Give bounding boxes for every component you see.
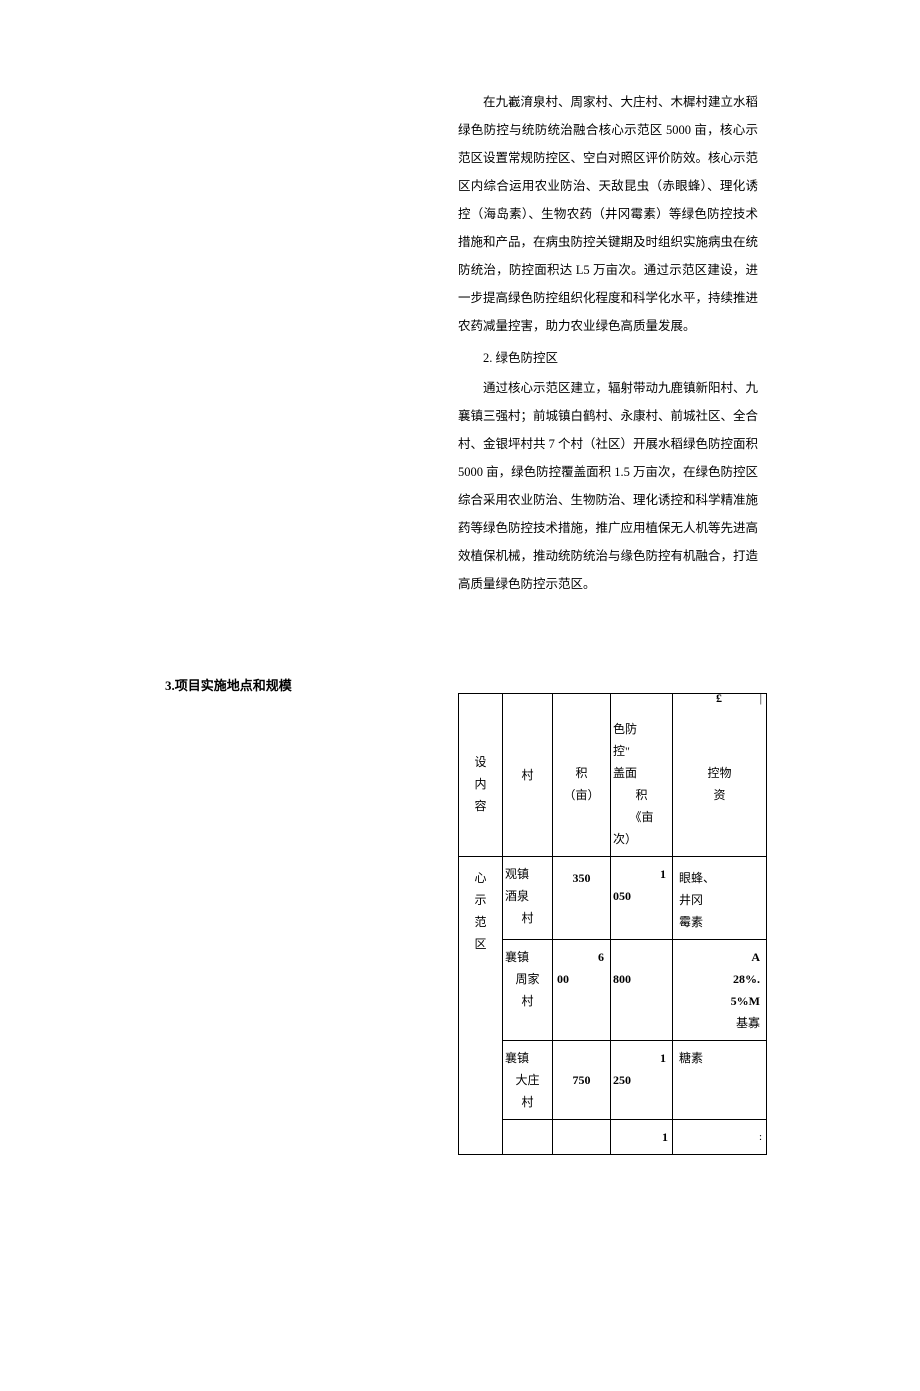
mark-bar: | [760,691,762,706]
cell-area [553,1120,611,1155]
cell-material: A 28%. 5%M 基寡 [673,940,767,1041]
col-head-3: 积 （亩） [553,694,611,857]
right-column: 在九嶻淯泉村、周家村、大庄村、木樨村建立水稻绿色防控与统防统治融合核心示范区 5… [458,88,758,598]
table-row: 设 内 容 村 积 （亩） 色防 控" 盖面 积 [459,694,767,857]
cell-cover: 1 250 [611,1041,673,1120]
cell-area: 750 [553,1041,611,1120]
cell-material: 糖素 [673,1041,767,1120]
col-head-2: 村 [503,694,553,857]
cell-material: : [673,1120,767,1155]
col-head-1: 设 内 容 [459,694,503,857]
table-row: 1 : [459,1120,767,1155]
section-heading-2: 2. 绿色防控区 [458,344,758,372]
table-container: £ | 设 内 容 村 [458,693,766,1155]
document-page: 在九嶻淯泉村、周家村、大庄村、木樨村建立水稻绿色防控与统防统治融合核心示范区 5… [0,0,920,1391]
cell-village [503,1120,553,1155]
paragraph-1: 在九嶻淯泉村、周家村、大庄村、木樨村建立水稻绿色防控与统防统治融合核心示范区 5… [458,88,758,340]
scale-table: 设 内 容 村 积 （亩） 色防 控" 盖面 积 [458,693,767,1155]
col-head-5: 控物 资 [673,694,767,857]
table-row: 襄镇 周家 村 6 00 800 A 28%. 5%M 基寡 [459,940,767,1041]
paragraph-2: 通过核心示范区建立，辐射带动九鹿镇新阳村、九襄镇三强村；前城镇白鹤村、永康村、前… [458,374,758,598]
mark-pound: £ [716,691,722,706]
section-heading-3: 3.项目实施地点和规模 [165,675,292,694]
cell-village: 襄镇 大庄 村 [503,1041,553,1120]
cell-cover: 1 050 [611,857,673,940]
cell-area: 6 00 [553,940,611,1041]
table-row: 心 示 范 区 观镇 酒泉 村 350 1 050 [459,857,767,940]
cell-group: 心 示 范 区 [459,857,503,1155]
cell-material: 眼蜂、 井冈 霉素 [673,857,767,940]
cell-cover: 800 [611,940,673,1041]
cell-cover: 1 [611,1120,673,1155]
col-head-4: 色防 控" 盖面 积 《亩 次） [611,694,673,857]
cell-village: 襄镇 周家 村 [503,940,553,1041]
table-row: 襄镇 大庄 村 750 1 250 糖素 [459,1041,767,1120]
cell-village: 观镇 酒泉 村 [503,857,553,940]
cell-area: 350 [553,857,611,940]
